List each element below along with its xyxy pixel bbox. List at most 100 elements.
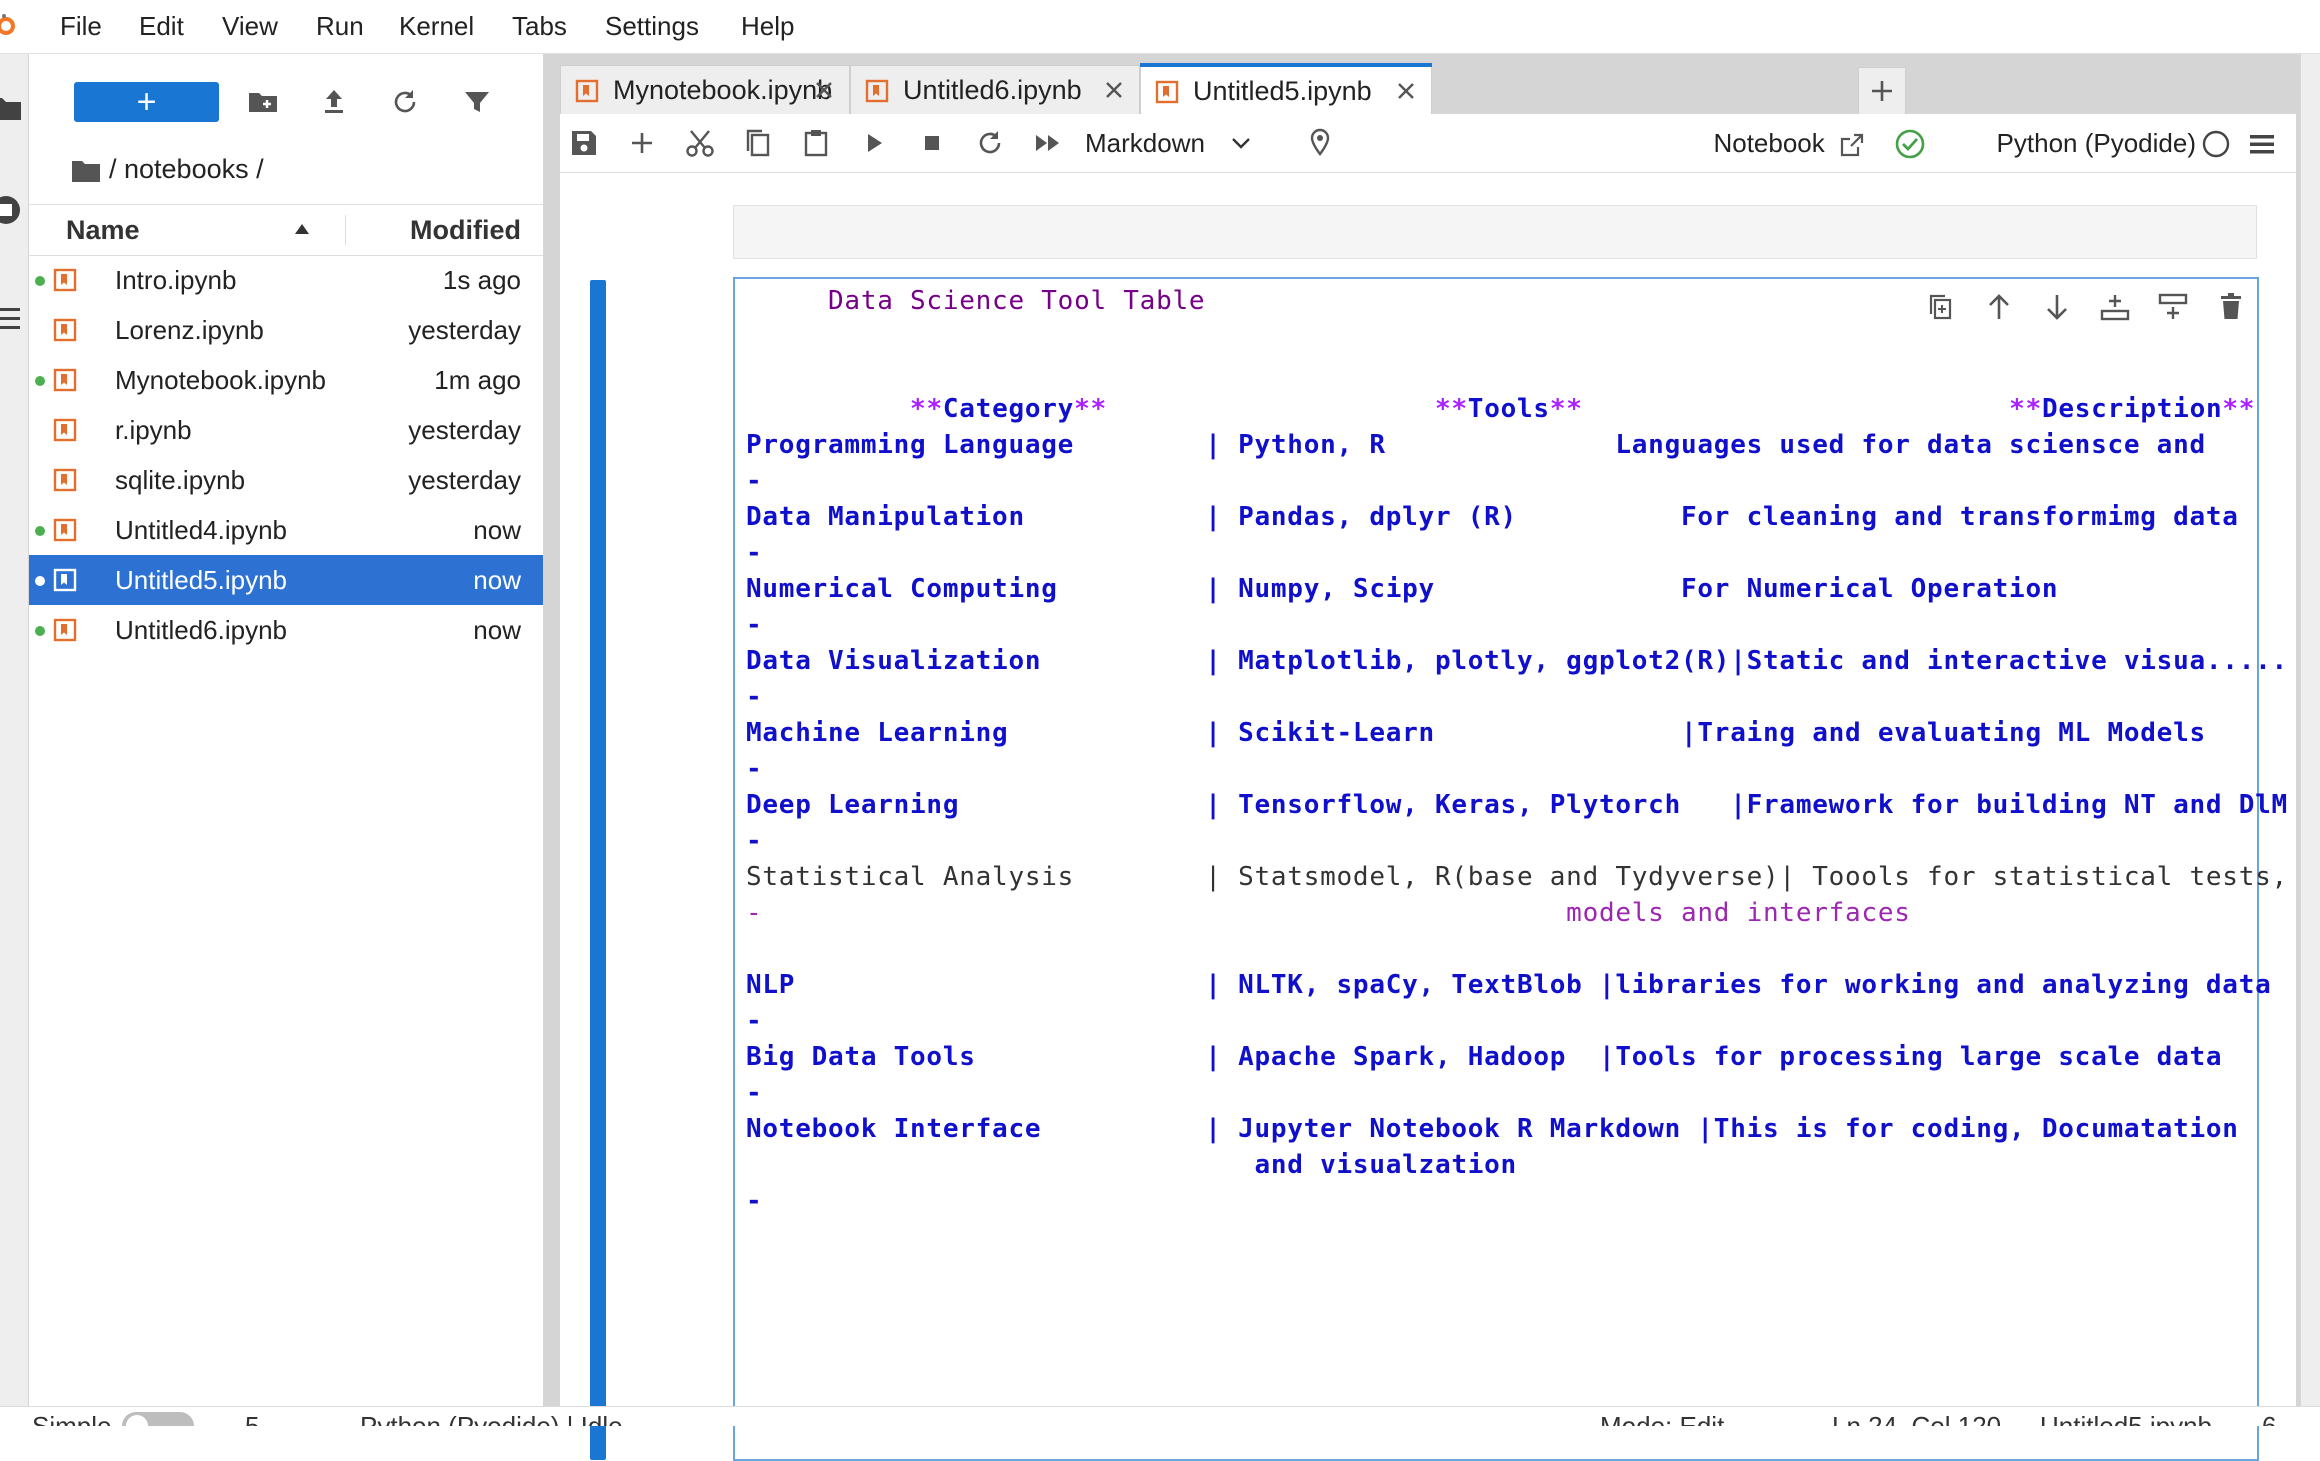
menu-icon[interactable] [2246,128,2278,160]
move-down-icon[interactable] [2039,289,2075,325]
list-marker: - [746,754,763,784]
file-modified: 1m ago [434,365,521,395]
table-row-continuation: models and interfaces [746,898,1911,928]
menu-view[interactable]: View [222,0,278,53]
table-row-line: NLP | NLTK, spaCy, TextBlob |libraries f… [746,970,2272,1000]
list-marker: - [746,682,763,712]
table-row-line: Data Manipulation | Pandas, dplyr (R) Fo… [746,502,2239,532]
running-indicator-icon [35,626,45,636]
insert-above-icon[interactable] [2155,289,2191,325]
menu-edit[interactable]: Edit [139,0,184,53]
insert-below-icon[interactable] [2097,289,2133,325]
running-indicator-icon [35,376,45,386]
list-marker: - [746,1078,763,1108]
kernel-status[interactable]: Python (Pyodide) | Idle [360,1411,623,1426]
open-in-notebook-link[interactable]: Notebook [1713,114,1866,172]
menu-help[interactable]: Help [741,0,794,53]
save-icon[interactable] [566,125,602,161]
file-modified: yesterday [408,315,521,345]
notebook-panel: Markdown Notebook Python (Pyodide) Data … [560,114,2296,1461]
table-row-line: Data Visualization | Matplotlib, plotly,… [746,646,2288,676]
folder-icon[interactable] [71,158,101,184]
markdown-cell-editor[interactable]: Data Science Tool Table **Category** **T… [733,277,2287,1461]
bold-marker: ** [1074,394,1107,424]
table-row-line: Big Data Tools | Apache Spark, Hadoop |T… [746,1042,2223,1072]
notebook-file-icon [53,268,77,292]
add-tab-button[interactable] [1858,67,1906,115]
file-name: r.ipynb [115,415,192,445]
new-folder-icon[interactable] [245,84,281,120]
close-icon[interactable] [1393,78,1419,104]
list-marker: - [746,538,763,568]
close-icon[interactable] [811,77,837,103]
file-row[interactable]: Untitled4.ipynb now [29,505,543,555]
breadcrumb-path[interactable]: / notebooks / [109,154,264,184]
chevron-down-icon[interactable] [1230,133,1252,153]
kernel-count[interactable]: 5 [245,1411,259,1426]
list-marker: - [746,826,763,856]
refresh-icon[interactable] [387,84,423,120]
kernel-name-button[interactable]: Python (Pyodide) [1997,114,2196,172]
notebook-file-icon [53,518,77,542]
table-row-line: Numerical Computing | Numpy, Scipy For N… [746,574,2059,604]
upload-icon[interactable] [316,84,352,120]
move-up-icon[interactable] [1981,289,2017,325]
file-row[interactable]: Lorenz.ipynb yesterday [29,305,543,355]
cell-collapser[interactable] [590,280,606,1460]
paste-icon[interactable] [798,125,834,161]
interrupt-kernel-icon[interactable] [914,125,950,161]
bold-marker: ** [2222,394,2256,424]
duplicate-cell-icon[interactable] [1923,289,1959,325]
file-list-header: Name Modified [29,204,543,256]
tab-notebook[interactable]: Untitled5.ipynb [1140,63,1432,115]
notebook-icon [865,79,889,103]
file-row[interactable]: Untitled6.ipynb now [29,605,543,655]
menu-tabs[interactable]: Tabs [512,0,567,53]
location-pin-icon[interactable] [1302,125,1338,161]
column-divider[interactable] [345,215,346,245]
delete-cell-icon[interactable] [2213,289,2249,325]
menu-settings[interactable]: Settings [605,0,699,53]
restart-run-all-icon[interactable] [1030,125,1066,161]
run-cell-icon[interactable] [856,125,892,161]
simple-mode-toggle[interactable] [122,1412,194,1426]
column-modified-header[interactable]: Modified [410,205,521,255]
running-sessions-icon[interactable] [0,192,24,228]
table-row-line: Notebook Interface | Jupyter Notebook R … [746,1114,2239,1144]
tab-notebook[interactable]: Untitled6.ipynb [850,65,1140,114]
table-row-line: Programming Language | Python, R Languag… [746,430,2206,460]
tab-notebook[interactable]: Mynotebook.ipynb [560,65,850,114]
new-launcher-button[interactable]: + [74,82,219,122]
file-row[interactable]: Mynotebook.ipynb 1m ago [29,355,543,405]
insert-cell-icon[interactable] [624,125,660,161]
notification-count[interactable]: 6 [2262,1411,2276,1426]
running-indicator-icon [35,526,45,536]
close-icon[interactable] [1101,77,1127,103]
bold-marker: ** [2009,394,2042,424]
column-name-header[interactable]: Name [66,205,140,255]
file-row[interactable]: Untitled5.ipynb now [29,555,543,605]
menu-file[interactable]: File [60,0,102,53]
header-tools: Tools [1467,394,1550,424]
menu-kernel[interactable]: Kernel [399,0,474,53]
menu-run[interactable]: Run [316,0,364,53]
file-row[interactable]: sqlite.ipynb yesterday [29,455,543,505]
file-modified: now [473,515,521,545]
folder-icon[interactable] [0,90,24,126]
jupyter-logo-icon [0,12,22,40]
cursor-position[interactable]: Ln 24, Col 120 [1832,1411,2001,1426]
cut-icon[interactable] [682,125,718,161]
previous-cell[interactable] [733,205,2257,259]
file-row[interactable]: r.ipynb yesterday [29,405,543,455]
copy-icon[interactable] [740,125,776,161]
plus-icon [1872,81,1892,101]
restart-kernel-icon[interactable] [972,125,1008,161]
table-row-continuation: and visualzation [746,1150,1517,1180]
bold-marker: ** [1549,394,1583,424]
filter-icon[interactable] [459,84,495,120]
file-row[interactable]: Intro.ipynb 1s ago [29,255,543,305]
notebook-file-icon [53,318,77,342]
table-of-contents-icon[interactable] [0,300,24,336]
file-name: Lorenz.ipynb [115,315,264,345]
cell-type-dropdown[interactable]: Markdown [1085,114,1205,172]
